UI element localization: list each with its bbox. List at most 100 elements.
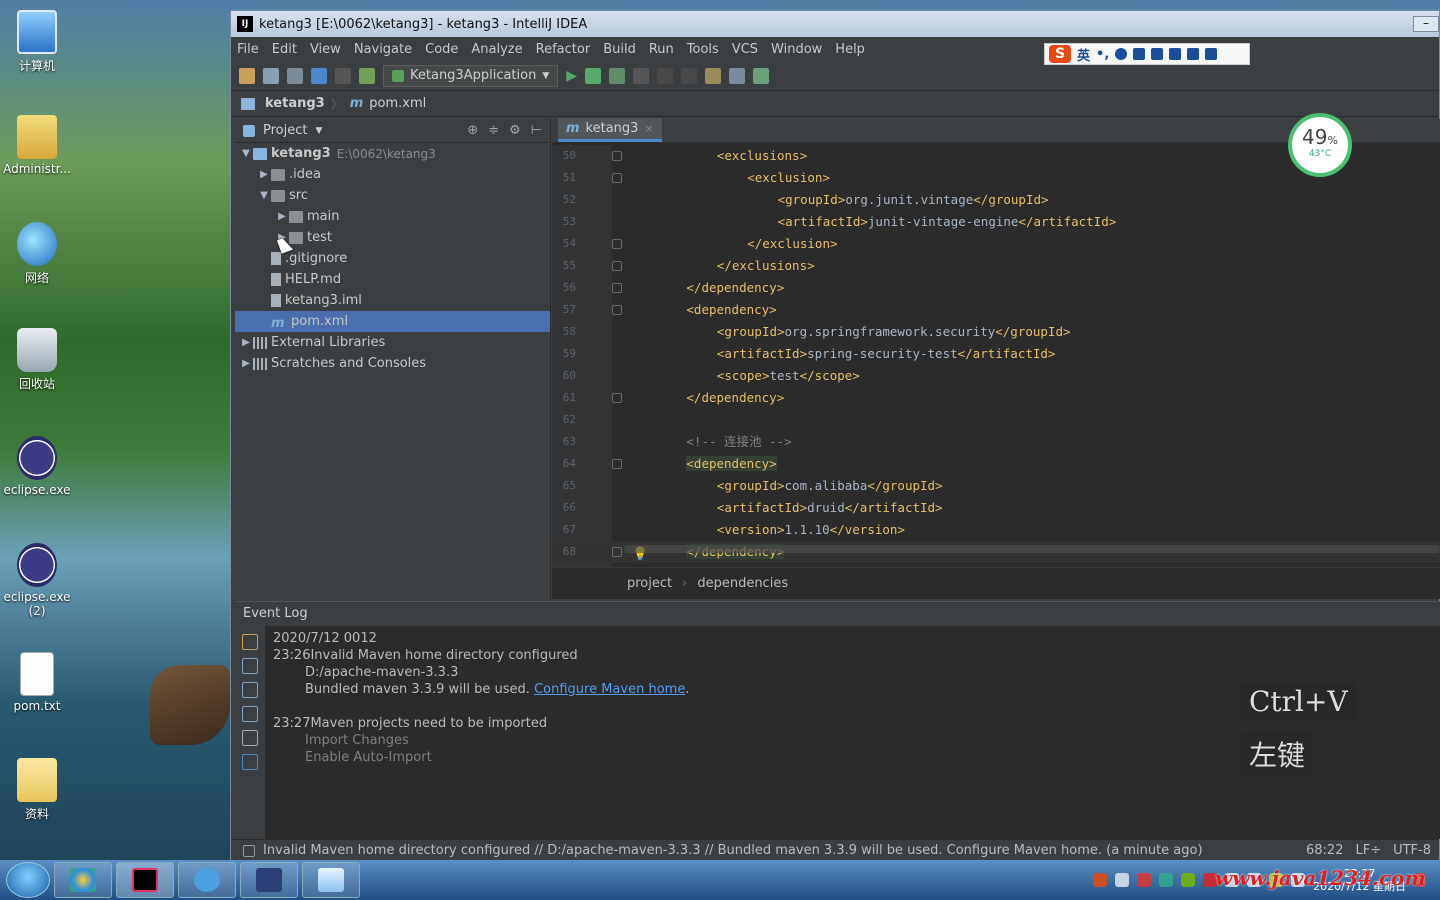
project-panel-title[interactable]: Project <box>263 123 307 138</box>
code-line[interactable]: 64 <dependency> <box>552 453 1440 475</box>
shield-tray-icon[interactable] <box>1159 873 1174 887</box>
antivirus-tray-icon[interactable] <box>1137 873 1152 887</box>
menu-code[interactable]: Code <box>425 42 458 57</box>
menu-analyze[interactable]: Analyze <box>471 42 522 57</box>
breadcrumb-file[interactable]: pom.xml <box>369 96 426 111</box>
project-structure-icon[interactable] <box>729 67 746 84</box>
title-bar[interactable]: IJ ketang3 [E:\0062\ketang3] - ketang3 -… <box>231 11 1439 37</box>
menu-vcs[interactable]: VCS <box>732 42 758 57</box>
tree-item[interactable]: ▼ src <box>235 185 550 206</box>
close-icon[interactable]: × <box>644 122 653 135</box>
sogou-tray-icon[interactable] <box>1093 873 1108 887</box>
desktop-icon[interactable]: pom.txt <box>0 652 74 713</box>
tab-ketang3[interactable]: m ketang3 × <box>558 118 662 142</box>
desktop-icon[interactable]: 计算机 <box>0 10 74 74</box>
code-line[interactable]: 60 <scope>test</scope> <box>552 365 1440 387</box>
desktop-icon[interactable]: 回收站 <box>0 328 74 392</box>
line-separator[interactable]: LF÷ <box>1355 843 1381 858</box>
tree-item[interactable]: ▶ External Libraries <box>235 332 550 353</box>
menu-file[interactable]: File <box>237 42 259 57</box>
desktop-icon[interactable]: Administr... <box>0 115 74 176</box>
code-line[interactable]: 62 <box>552 409 1440 431</box>
locate-icon[interactable]: ⊕ <box>467 123 478 138</box>
log-line[interactable]: Import Changes <box>273 732 689 749</box>
microphone-icon[interactable] <box>1133 48 1146 60</box>
nvidia-tray-icon[interactable] <box>1181 873 1196 887</box>
code-line[interactable]: 57 <dependency> <box>552 299 1440 321</box>
tree-item[interactable]: ketang3.iml <box>235 290 550 311</box>
code-line[interactable]: 54 </exclusion> <box>552 233 1440 255</box>
taskbar-app-browser[interactable] <box>54 862 112 898</box>
open-folder-icon[interactable] <box>239 67 255 84</box>
code-line[interactable]: 67 <version>1.1.10</version> <box>552 519 1440 541</box>
chevron-down-icon[interactable]: ▼ <box>257 190 271 201</box>
status-message[interactable]: Invalid Maven home directory configured … <box>263 843 1203 858</box>
tree-item[interactable]: ▶ .idea <box>235 164 550 185</box>
gear-icon[interactable]: ⚙ <box>509 123 521 138</box>
menu-tools[interactable]: Tools <box>687 42 719 57</box>
code-line[interactable]: 66 <artifactId>druid</artifactId> <box>552 497 1440 519</box>
code-line[interactable]: 61 </dependency> <box>552 387 1440 409</box>
forward-icon[interactable] <box>335 67 351 84</box>
fold-marker-icon[interactable] <box>612 151 622 161</box>
fold-marker-icon[interactable] <box>612 239 622 249</box>
message-icon[interactable] <box>242 658 258 674</box>
code-line[interactable]: 52 <groupId>org.junit.vintage</groupId> <box>552 189 1440 211</box>
taskbar-app-files[interactable] <box>302 862 360 898</box>
chevron-right-icon[interactable]: ▶ <box>239 337 253 348</box>
menu-view[interactable]: View <box>310 42 341 57</box>
sdk-icon[interactable] <box>753 67 770 84</box>
tree-item[interactable]: ▶ Scratches and Consoles <box>235 353 550 374</box>
desktop-icon[interactable]: eclipse.exe <box>0 436 74 497</box>
ime-toolbar[interactable]: S 英 •, <box>1044 43 1250 65</box>
code-line[interactable]: 53 <artifactId>junit-vintage-engine</arti… <box>552 211 1440 233</box>
menu-run[interactable]: Run <box>649 42 674 57</box>
tree-item[interactable]: HELP.md <box>235 269 550 290</box>
minimize-button[interactable]: – <box>1413 16 1439 32</box>
desktop-icon[interactable]: 资料 <box>0 758 74 822</box>
chevron-right-icon[interactable]: ▶ <box>275 211 289 222</box>
configure-maven-home-link[interactable]: Configure Maven home <box>534 682 685 697</box>
copy-icon[interactable] <box>242 730 258 746</box>
settings-icon[interactable] <box>705 67 722 84</box>
debug-icon[interactable] <box>585 67 602 84</box>
hide-icon[interactable]: ⊢ <box>531 123 542 138</box>
user-icon[interactable] <box>1169 48 1182 60</box>
breadcrumb-project[interactable]: ketang3 <box>265 96 325 111</box>
menu-help[interactable]: Help <box>835 42 865 57</box>
emoji-icon[interactable] <box>1115 48 1128 60</box>
coverage-icon[interactable] <box>609 67 626 84</box>
fold-marker-icon[interactable] <box>612 547 622 557</box>
xml-crumb[interactable]: dependencies <box>697 576 788 591</box>
keyboard-icon[interactable] <box>1151 48 1164 60</box>
chevron-right-icon[interactable]: ▶ <box>257 169 271 180</box>
fold-marker-icon[interactable] <box>612 261 622 271</box>
fold-marker-icon[interactable] <box>612 305 622 315</box>
chevron-right-icon[interactable]: ▶ <box>239 358 253 369</box>
menu-window[interactable]: Window <box>771 42 822 57</box>
back-icon[interactable] <box>311 67 327 84</box>
tree-item[interactable]: ▶ main <box>235 206 550 227</box>
ime-mode[interactable]: 英 <box>1077 45 1090 64</box>
caret-position[interactable]: 68:22 <box>1306 843 1343 858</box>
sync-icon[interactable] <box>287 67 303 84</box>
grid-icon[interactable] <box>1205 48 1218 60</box>
code-line[interactable]: 55 </exclusions> <box>552 255 1440 277</box>
soft-wrap-icon[interactable] <box>242 682 258 698</box>
taskbar-app-media[interactable] <box>178 862 236 898</box>
menu-navigate[interactable]: Navigate <box>354 42 412 57</box>
taskbar-app-intellij[interactable] <box>116 862 174 898</box>
code-line[interactable]: 58 <groupId>org.springframework.security<… <box>552 321 1440 343</box>
tree-item[interactable]: ▼ ketang3 E:\0062\ketang3 <box>235 143 550 164</box>
tree-item[interactable]: m pom.xml <box>235 311 550 332</box>
desktop-icon[interactable]: 网络 <box>0 222 74 286</box>
fold-marker-icon[interactable] <box>612 459 622 469</box>
fold-marker-icon[interactable] <box>612 283 622 293</box>
taskbar-app-kuaishou[interactable] <box>240 862 298 898</box>
vcs-commit-icon[interactable] <box>681 67 698 84</box>
code-editor[interactable]: 50 <exclusions> 51 <exclusion> 52 <groupId>or… <box>552 145 1440 567</box>
collapse-icon[interactable]: ≑ <box>488 123 499 138</box>
chevron-down-icon[interactable]: ▼ <box>315 126 322 136</box>
code-line[interactable]: 63 <!-- 连接池 --> <box>552 431 1440 453</box>
code-line[interactable]: 59 <artifactId>spring-security-test</arti… <box>552 343 1440 365</box>
